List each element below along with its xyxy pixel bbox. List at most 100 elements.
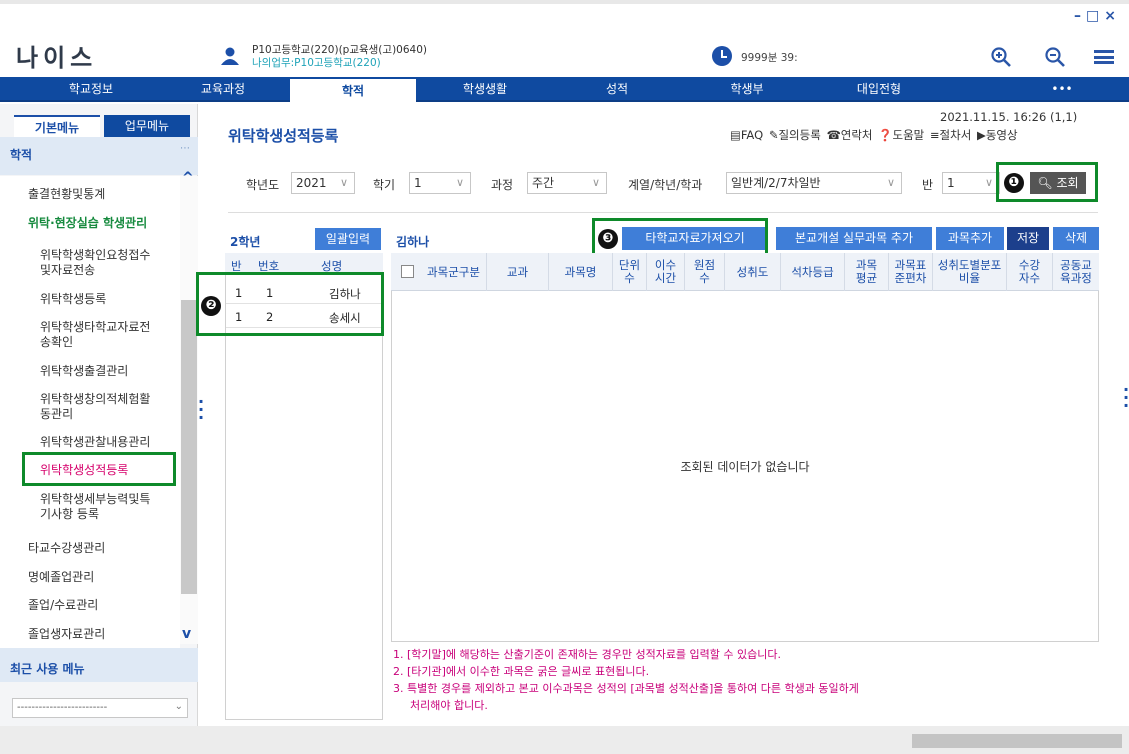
right-panel-handle-icon[interactable]: · · · (1123, 382, 1129, 414)
sidebar-item[interactable]: 졸업생자료관리 (28, 627, 105, 642)
col-students-count: 수강자수 (1007, 253, 1053, 291)
col-units: 단위수 (613, 253, 647, 291)
sidebar-section-label: 학적 (10, 148, 33, 162)
col-rank-grade: 석차등급 (781, 253, 845, 291)
sidebar-item[interactable]: 위탁학생확인요청접수 및자료전송 (40, 248, 150, 278)
hamburger-menu-icon[interactable] (1094, 50, 1114, 64)
class-label: 반 (922, 178, 934, 192)
chevron-down-icon: ∨ (591, 176, 600, 189)
highlight-box-menu (22, 452, 176, 486)
col-joint-course: 공동교육과정 (1060, 258, 1092, 285)
phone-icon: ☎ (826, 128, 841, 142)
chevron-down-icon[interactable]: v (182, 626, 191, 642)
question-link[interactable]: 질의등록 (778, 128, 820, 142)
note-item: 3. 특별한 경우를 제외하고 본교 이수과목은 성적의 [과목별 성적산출]을… (393, 682, 859, 695)
delete-button[interactable]: 삭제 (1053, 227, 1099, 250)
course-value: 주간 (532, 176, 555, 190)
year-label: 학년도 (246, 178, 280, 192)
clock-icon (712, 46, 732, 66)
sidebar-item[interactable]: 졸업/수료관리 (28, 598, 98, 613)
chevron-down-icon: ∨ (455, 176, 464, 189)
highlight-box-fetch (592, 218, 768, 258)
pencil-icon: ✎ (768, 128, 779, 142)
nav-student-record[interactable]: 학생부 (684, 77, 810, 102)
term-value: 1 (414, 176, 422, 190)
sidebar-item[interactable]: 출결현황및통계 (28, 187, 105, 202)
chevron-up-icon[interactable]: ^ (182, 170, 194, 186)
nav-curriculum[interactable]: 교육과정 (160, 77, 286, 102)
term-select[interactable]: 1 ∨ (409, 172, 471, 194)
highlight-box-students (196, 272, 384, 336)
sidebar-item[interactable]: 위탁학생창의적체험활 동관리 (40, 392, 150, 422)
class-select[interactable]: 1 ∨ (942, 172, 1000, 194)
nav-academic-records[interactable]: 학적 (290, 77, 416, 102)
annotation-marker-1: ❶ (1004, 173, 1024, 193)
tab-work-menu[interactable]: 업무메뉴 (104, 115, 190, 137)
session-timer: 9999분 39: (741, 52, 798, 64)
nav-school-info[interactable]: 학교정보 (28, 77, 154, 102)
sidebar-item[interactable]: 위탁학생타학교자료전 송확인 (40, 320, 150, 350)
sidebar-item[interactable]: 위탁학생출결관리 (40, 364, 128, 379)
col-achievement: 성취도 (725, 253, 781, 291)
more-icon: ⋯ (180, 143, 190, 154)
document-icon: ≡ (929, 128, 940, 142)
chevron-down-icon: ∨ (886, 176, 895, 189)
bulk-input-button[interactable]: 일괄입력 (315, 228, 381, 250)
main-nav: 학교정보 교육과정 학적 학생생활 성적 학생부 대입전형 ••• (0, 77, 1129, 102)
horizontal-scroll-thumb[interactable] (912, 734, 1122, 748)
add-subject-button[interactable]: 과목추가 (936, 227, 1004, 250)
save-button[interactable]: 저장 (1007, 227, 1049, 250)
faq-link[interactable]: FAQ (741, 128, 763, 142)
dept-label: 계열/학년/학과 (628, 178, 703, 192)
zoom-in-icon[interactable] (990, 46, 1012, 68)
grade-label: 2학년 (230, 235, 261, 249)
year-select[interactable]: 2021 ∨ (291, 172, 355, 194)
help-link[interactable]: 도움말 (893, 128, 925, 142)
video-link[interactable]: 동영상 (986, 128, 1018, 142)
sidebar-scroll-thumb[interactable] (181, 300, 197, 594)
play-icon: ▶ (976, 128, 986, 142)
help-icon: ❓ (878, 128, 893, 142)
select-all-checkbox[interactable] (401, 265, 414, 278)
note-item: 1. [학기말]에 해당하는 산출기준이 존재하는 경우만 성적자료를 입력할 … (393, 648, 782, 661)
course-label: 과정 (491, 178, 514, 192)
sidebar-item[interactable]: 위탁학생관찰내용관리 (40, 435, 150, 450)
contact-link[interactable]: 연락처 (841, 128, 873, 142)
dept-select[interactable]: 일반계/2/7차일반 ∨ (726, 172, 902, 194)
annotation-marker-3: ❸ (598, 229, 618, 249)
top-border (0, 0, 1129, 4)
zoom-out-icon[interactable] (1044, 46, 1066, 68)
panel-resize-handle-icon[interactable]: · · · (198, 394, 204, 428)
sidebar-item[interactable]: 위탁학생세부능력및특 기사항 등록 (40, 492, 150, 522)
page-title: 위탁학생성적등록 (228, 127, 339, 145)
nav-student-life[interactable]: 학생생활 (422, 77, 548, 102)
add-practice-subject-button[interactable]: 본교개설 실무과목 추가 (776, 227, 932, 250)
recent-menu-value: ------------------------- (17, 702, 108, 713)
note-item: 2. [타기관]에서 이수한 과목은 굵은 글씨로 표현됩니다. (393, 665, 650, 678)
datetime: 2021.11.15. 16:26 (1,1) (940, 110, 1078, 124)
user-school: P10고등학교(220)(p교육생(고)0640) (252, 44, 427, 56)
note-item: 처리해야 합니다. (410, 699, 488, 712)
nav-grades[interactable]: 성적 (554, 77, 680, 102)
sidebar-item[interactable]: 타교수강생관리 (28, 541, 105, 556)
empty-message: 조회된 데이터가 없습니다 (680, 460, 810, 474)
tab-basic-menu[interactable]: 기본메뉴 (14, 115, 100, 137)
user-icon (221, 47, 239, 65)
selected-student-name: 김하나 (396, 235, 430, 249)
sidebar-item[interactable]: 위탁·현장실습 학생관리 (28, 216, 147, 231)
procedure-link[interactable]: 절차서 (940, 128, 972, 142)
faq-icon: ▤ (730, 128, 741, 142)
window-controls[interactable]: –□× (1074, 8, 1121, 24)
sidebar-item[interactable]: 위탁학생등록 (40, 292, 106, 307)
notes: 1. [학기말]에 해당하는 산출기준이 존재하는 경우만 성적자료를 입력할 … (393, 646, 859, 714)
col-subject-average: 과목평균 (845, 253, 889, 291)
nav-more[interactable]: ••• (1012, 77, 1112, 102)
course-select[interactable]: 주간 ∨ (527, 172, 607, 194)
sidebar-item[interactable]: 명예졸업관리 (28, 570, 94, 585)
col-raw-score: 원점수 (685, 253, 725, 291)
col-subject-name: 과목명 (549, 253, 613, 291)
user-info: P10고등학교(220)(p교육생(고)0640) 나의업무:P10고등학교(2… (252, 44, 427, 70)
filter-divider (228, 212, 1098, 213)
recent-menu-select[interactable]: ------------------------- ⌄ (12, 698, 188, 718)
nav-college-admission[interactable]: 대입전형 (816, 77, 942, 102)
